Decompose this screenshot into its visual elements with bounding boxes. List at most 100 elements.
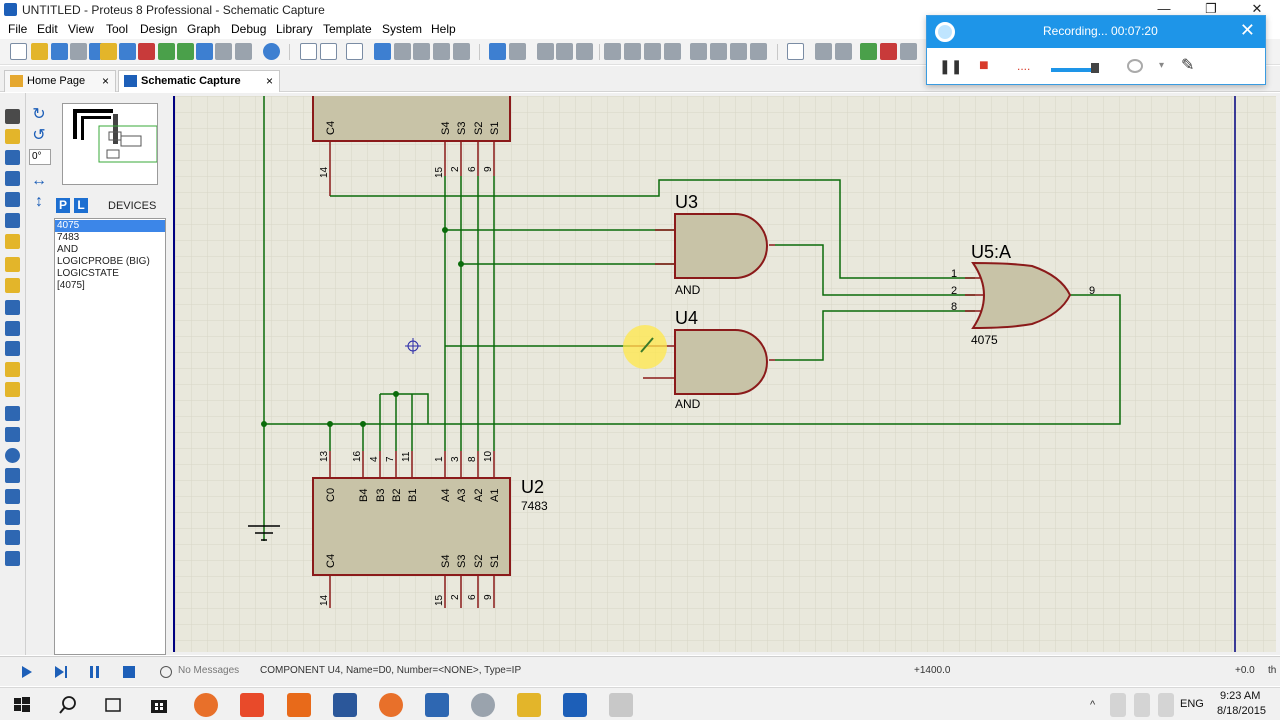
marker-mode-icon[interactable]	[5, 551, 20, 566]
zoom-in-icon[interactable]	[394, 43, 411, 60]
source-code-icon[interactable]	[215, 43, 232, 60]
grid-icon[interactable]	[320, 43, 337, 60]
make-device-icon[interactable]	[710, 43, 727, 60]
pan-icon[interactable]	[374, 43, 391, 60]
undo-icon[interactable]	[489, 43, 506, 60]
recorder-close-button[interactable]: ✕	[1240, 20, 1255, 41]
property-assign-icon[interactable]	[835, 43, 852, 60]
draw-pen-icon[interactable]: ✎	[1181, 54, 1199, 78]
pick-devices-button[interactable]: P	[56, 198, 70, 213]
device-item[interactable]: [4075]	[55, 280, 165, 292]
play-simulation-button[interactable]	[20, 665, 34, 679]
block-delete-icon[interactable]	[664, 43, 681, 60]
origin-icon[interactable]	[346, 43, 363, 60]
proteus-taskbar-icon[interactable]	[563, 693, 587, 717]
package-icon[interactable]	[730, 43, 747, 60]
pause-recording-button[interactable]: ❚❚	[939, 54, 962, 78]
device-item[interactable]: AND	[55, 244, 165, 256]
device-item[interactable]: 4075	[55, 220, 165, 232]
volume-icon[interactable]	[1134, 693, 1150, 717]
menu-edit[interactable]: Edit	[37, 22, 58, 36]
matlab-icon[interactable]	[287, 693, 311, 717]
exit-to-parent-icon[interactable]	[900, 43, 917, 60]
decompose-icon[interactable]	[750, 43, 767, 60]
clock-time[interactable]: 9:23 AM	[1220, 690, 1260, 702]
stop-recording-button[interactable]: ■	[979, 54, 997, 78]
word-icon[interactable]	[333, 693, 357, 717]
mirror-vertical-icon[interactable]: ↕	[31, 194, 47, 210]
remove-sheet-icon[interactable]	[880, 43, 897, 60]
webcam-icon[interactable]	[1127, 59, 1143, 73]
volume-slider-thumb[interactable]	[1091, 63, 1099, 73]
task-view-icon[interactable]	[101, 693, 125, 717]
zoom-area-icon[interactable]	[453, 43, 470, 60]
device-item[interactable]: LOGICSTATE	[55, 268, 165, 280]
zoom-out-icon[interactable]	[413, 43, 430, 60]
menu-help[interactable]: Help	[431, 22, 456, 36]
design-explorer-icon[interactable]	[235, 43, 252, 60]
search-tag-icon[interactable]	[815, 43, 832, 60]
tab-home-page[interactable]: Home Page ×	[4, 70, 116, 92]
open-folder-icon[interactable]	[31, 43, 48, 60]
paste-icon[interactable]	[576, 43, 593, 60]
app-blue-icon[interactable]	[425, 693, 449, 717]
firefox-icon[interactable]	[194, 693, 218, 717]
library-manager-button[interactable]: L	[74, 198, 88, 213]
file-explorer-icon[interactable]	[517, 693, 541, 717]
menu-file[interactable]: File	[8, 22, 27, 36]
device-list[interactable]: 4075 7483 AND LOGICPROBE (BIG) LOGICSTAT…	[54, 218, 166, 655]
copy-icon[interactable]	[556, 43, 573, 60]
generator-mode-icon[interactable]	[5, 341, 20, 356]
refresh-icon[interactable]	[300, 43, 317, 60]
symbol-mode-icon[interactable]	[5, 530, 20, 545]
block-rotate-icon[interactable]	[644, 43, 661, 60]
app-gray-icon[interactable]	[471, 693, 495, 717]
volume-slider[interactable]	[1051, 54, 1101, 78]
device-item[interactable]: 7483	[55, 232, 165, 244]
store-icon[interactable]	[147, 693, 171, 717]
block-copy-icon[interactable]	[604, 43, 621, 60]
subcircuit-mode-icon[interactable]	[5, 234, 20, 249]
wire-autorouter-icon[interactable]	[787, 43, 804, 60]
pcb-icon[interactable]	[138, 43, 155, 60]
tape-recorder-mode-icon[interactable]	[5, 321, 20, 336]
text-script-mode-icon[interactable]	[5, 192, 20, 207]
recording-options-button[interactable]: ....	[1017, 54, 1037, 78]
rotation-angle-field[interactable]: 0°	[29, 149, 51, 165]
terminals-mode-icon[interactable]	[5, 257, 20, 272]
help-icon[interactable]	[263, 43, 280, 60]
text-mode-icon[interactable]	[5, 510, 20, 525]
virtual-instruments-mode-icon[interactable]	[5, 382, 20, 397]
stop-simulation-button[interactable]	[122, 665, 136, 679]
menu-design[interactable]: Design	[140, 22, 177, 36]
network-icon[interactable]	[1110, 693, 1126, 717]
voltage-probe-mode-icon[interactable]	[5, 362, 20, 377]
step-simulation-button[interactable]	[54, 665, 68, 679]
gerber-icon[interactable]	[158, 43, 175, 60]
schematic-icon[interactable]	[119, 43, 136, 60]
schematic-editing-window[interactable]: C4 S4 S3 S2 S1 14 15 2 6 9 U3 AND U4 AND…	[173, 96, 1276, 652]
rotate-anticlockwise-icon[interactable]: ↺	[31, 128, 47, 144]
menu-library[interactable]: Library	[276, 22, 313, 36]
pause-simulation-button[interactable]	[88, 665, 102, 679]
component-mode-icon[interactable]	[5, 129, 20, 144]
app-red-icon[interactable]	[240, 693, 264, 717]
junction-mode-icon[interactable]	[5, 150, 20, 165]
device-item[interactable]: LOGICPROBE (BIG)	[55, 256, 165, 268]
wire-label-mode-icon[interactable]	[5, 171, 20, 186]
pick-device-icon[interactable]	[690, 43, 707, 60]
menu-graph[interactable]: Graph	[187, 22, 220, 36]
clock-date[interactable]: 8/18/2015	[1217, 705, 1266, 717]
bom-icon[interactable]	[196, 43, 213, 60]
messages-indicator[interactable]: No Messages	[178, 665, 239, 676]
zoom-all-icon[interactable]	[433, 43, 450, 60]
graph-mode-icon[interactable]	[5, 300, 20, 315]
menu-debug[interactable]: Debug	[231, 22, 266, 36]
search-icon[interactable]	[56, 693, 80, 717]
save-icon[interactable]	[51, 43, 68, 60]
arc-mode-icon[interactable]	[5, 468, 20, 483]
units-indicator[interactable]: th	[1268, 665, 1276, 676]
menu-view[interactable]: View	[68, 22, 94, 36]
circle-mode-icon[interactable]	[5, 448, 20, 463]
home-icon[interactable]	[100, 43, 117, 60]
